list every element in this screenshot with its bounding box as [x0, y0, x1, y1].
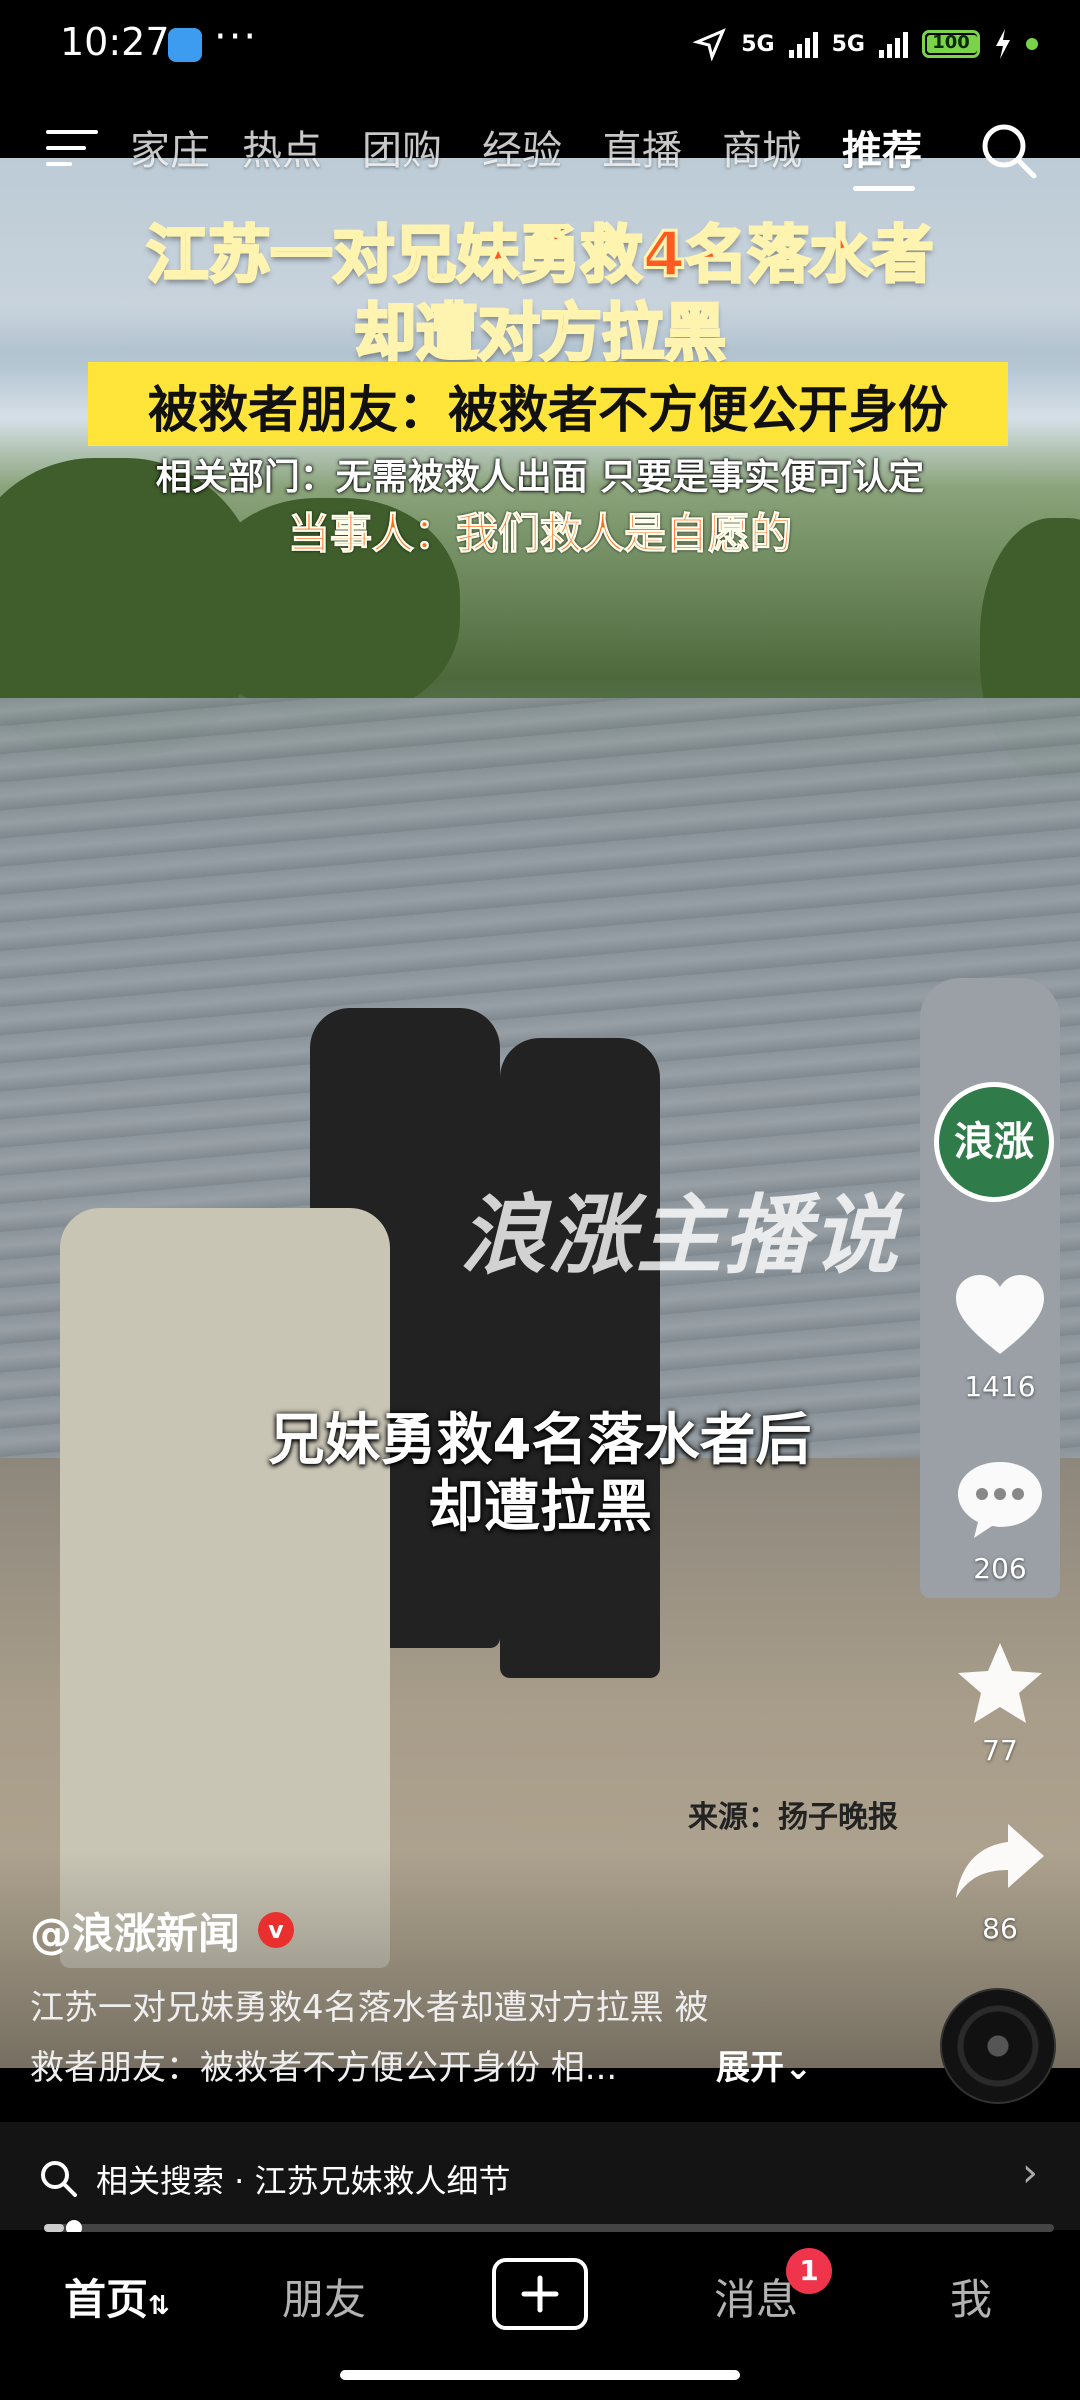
refresh-toggle-icon: ⇅ — [148, 2291, 170, 2321]
tab-group-buy[interactable]: 团购 — [362, 118, 442, 176]
video-progress-fill — [44, 2224, 64, 2232]
tab-me[interactable]: 我 — [950, 2266, 992, 2327]
signal-label-1: 5G — [741, 31, 775, 57]
comment-count: 206 — [973, 1552, 1027, 1585]
battery-icon: 100 — [922, 30, 980, 58]
video-headline-line-1: 江苏一对兄妹勇救4名落水者 — [145, 217, 935, 293]
comment-icon[interactable] — [952, 1456, 1048, 1542]
party-quote: 当事人：我们救人是自愿的 — [287, 509, 792, 559]
tab-experience[interactable]: 经验 — [482, 118, 562, 176]
author-name[interactable]: @浪涨新闻 — [30, 1900, 240, 1961]
create-post-button[interactable] — [492, 2258, 588, 2330]
charging-bolt-icon — [996, 29, 1010, 59]
tab-home[interactable]: 首页⇅ — [64, 2266, 170, 2327]
message-unread-badge: 1 — [786, 2248, 832, 2294]
department-quote: 相关部门：无需被救人出面 只要是事实便可认定 — [155, 457, 925, 498]
chevron-right-icon[interactable]: › — [1022, 2150, 1038, 2196]
favorite-count: 77 — [982, 1734, 1018, 1767]
search-icon[interactable] — [978, 120, 1038, 180]
like-count: 1416 — [964, 1370, 1036, 1403]
status-time: 10:27 — [60, 20, 170, 64]
avatar-logo-text: 浪涨 — [954, 1119, 1034, 1165]
tab-mall[interactable]: 商城 — [722, 118, 802, 176]
person-black-shirt-2 — [500, 1038, 660, 1678]
related-search-icon — [41, 2161, 77, 2197]
description-line-2: 救者朋友：被救者不方便公开身份 相... — [30, 2048, 618, 2088]
share-count: 86 — [982, 1912, 1018, 1945]
location-arrow-icon — [693, 28, 727, 61]
home-indicator[interactable] — [340, 2370, 740, 2380]
favorite-star-icon[interactable] — [952, 1640, 1048, 1726]
source-label: 来源：扬子晚报 — [688, 1800, 898, 1835]
verified-badge-icon: v — [258, 1912, 294, 1948]
telegram-notification-icon — [168, 28, 202, 62]
banner-text: 被救者朋友：被救者不方便公开身份 — [148, 381, 948, 439]
tab-home-label: 首页 — [64, 2275, 149, 2324]
battery-level: 100 — [932, 32, 970, 53]
signal-bars-1-icon — [788, 30, 818, 58]
music-disc-icon[interactable] — [940, 1988, 1056, 2104]
signal-label-2: 5G — [831, 31, 865, 57]
tab-hot[interactable]: 热点 — [242, 118, 322, 176]
video-progress-track[interactable] — [44, 2224, 1054, 2232]
related-search-text[interactable]: 相关搜索 · 江苏兄妹救人细节 — [96, 2156, 511, 2202]
tab-friends[interactable]: 朋友 — [282, 2266, 366, 2327]
share-arrow-icon[interactable] — [952, 1818, 1048, 1904]
signal-bars-2-icon — [879, 30, 908, 58]
active-tab-indicator — [853, 186, 915, 191]
author-avatar[interactable]: 浪涨 — [934, 1082, 1054, 1202]
tab-recommend[interactable]: 推荐 — [842, 118, 922, 176]
charging-dot-icon — [1026, 38, 1038, 50]
description-line-1: 江苏一对兄妹勇救4名落水者却遭对方拉黑 被 — [30, 1988, 709, 2028]
video-subtitle-line-2: 却遭拉黑 — [428, 1475, 652, 1540]
channel-watermark: 浪涨主播说 — [460, 1186, 900, 1286]
tab-live[interactable]: 直播 — [602, 118, 682, 176]
menu-icon[interactable] — [46, 128, 98, 168]
plus-icon — [521, 2275, 559, 2313]
expand-button[interactable]: 展开⌄ — [716, 2040, 813, 2089]
tab-local[interactable]: 家庄 — [130, 118, 210, 176]
status-more-icon: ··· — [214, 14, 259, 60]
status-indicators: 5G 5G 100 — [693, 24, 1038, 64]
like-heart-icon[interactable] — [952, 1272, 1048, 1358]
video-headline-line-2: 却遭对方拉黑 — [352, 295, 727, 371]
